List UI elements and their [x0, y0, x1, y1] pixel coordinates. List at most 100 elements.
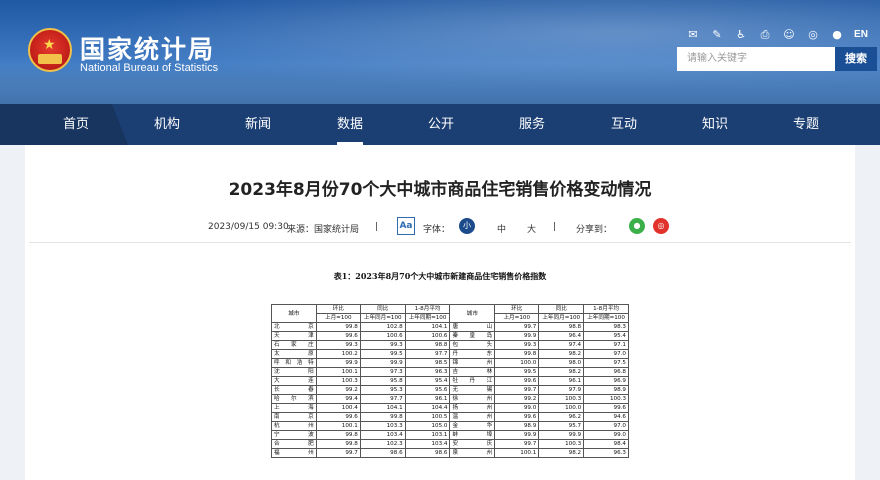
table-cell-value: 99.9 [494, 430, 540, 440]
table-cell-value: 99.6 [583, 403, 629, 413]
nav-item-disclosure[interactable]: 公开 [411, 104, 471, 145]
nav-item-organization[interactable]: 机构 [137, 104, 197, 145]
table-cell-value: 104.4 [404, 403, 451, 413]
table-cell-value: 96.9 [583, 376, 629, 386]
national-emblem-icon[interactable]: ★ [28, 28, 72, 72]
table-cell-city: 安 庆 [449, 439, 496, 449]
language-en-link[interactable]: EN [852, 28, 870, 42]
table-cell-value: 99.7 [315, 448, 361, 458]
table-cell-value: 98.6 [359, 448, 406, 458]
table-row: 天 津 99.6 100.6 100.6 秦 皇 岛 99.9 96.4 95.4 [271, 331, 629, 341]
accessibility-icon[interactable]: ♿ [734, 28, 748, 42]
font-size-large-button[interactable]: 大 [527, 222, 536, 235]
table-cell-value: 99.6 [494, 376, 540, 386]
mail-icon[interactable]: ✉ [686, 28, 700, 42]
table-cell-value: 105.0 [404, 421, 451, 431]
table-cell-value: 102.8 [359, 322, 406, 332]
table-cell-value: 96.1 [538, 376, 585, 386]
share-wechat-icon[interactable]: ● [629, 218, 645, 234]
table-cell-city: 福 州 [271, 448, 317, 458]
nav-item-home[interactable]: 首页 [46, 104, 106, 145]
nav-item-services[interactable]: 服务 [502, 104, 562, 145]
table-cell-value: 100.1 [315, 367, 361, 377]
table-cell-value: 97.5 [583, 358, 629, 368]
table-cell-value: 98.8 [538, 322, 585, 332]
table-cell-value: 95.8 [359, 376, 406, 386]
table-cell-value: 98.2 [538, 367, 585, 377]
font-size-medium-button[interactable]: 中 [497, 222, 506, 235]
table-cell-value: 104.1 [359, 403, 406, 413]
table-cell-value: 96.8 [583, 367, 629, 377]
site-logo-cn[interactable]: 国家统计局 [80, 30, 215, 66]
wechat-icon[interactable]: ● [830, 28, 844, 42]
table-cell-city: 太 原 [271, 349, 317, 359]
share-weibo-icon[interactable]: ◎ [653, 218, 669, 234]
table-cell-city: 包 头 [449, 340, 496, 350]
subheader-yoy-left: 上年同月=100 [359, 313, 406, 323]
table-cell-city: 唐 山 [449, 322, 496, 332]
table-row: 福 州 99.7 98.6 98.6 泉 州 100.1 98.2 96.3 [271, 448, 629, 458]
table-cell-city: 长 春 [271, 385, 317, 395]
table-cell-value: 100.2 [315, 349, 361, 359]
nav-item-data[interactable]: 数据 [320, 104, 380, 145]
table-caption: 表1：2023年8月70个大中城市新建商品住宅销售价格指数 [333, 271, 547, 281]
table-cell-value: 97.1 [583, 340, 629, 350]
table-cell-city: 杭 州 [271, 421, 317, 431]
table-cell-value: 103.4 [404, 439, 451, 449]
table-cell-value: 99.8 [315, 322, 361, 332]
table-row: 杭 州 100.1 103.3 105.0 金 华 98.9 95.7 97.0 [271, 421, 629, 431]
table-row: 上 海 100.4 104.1 104.4 扬 州 99.0 100.0 99.6 [271, 403, 629, 413]
edit-icon[interactable]: ✎ [710, 28, 724, 42]
table-cell-city: 天 津 [271, 331, 317, 341]
table-cell-value: 97.4 [538, 340, 585, 350]
publish-datetime: 2023/09/15 09:30 [208, 222, 289, 232]
font-size-small-button[interactable]: 小 [459, 218, 475, 234]
table-cell-value: 100.6 [359, 331, 406, 341]
nav-item-topics[interactable]: 专题 [776, 104, 836, 145]
table-cell-city: 大 连 [271, 376, 317, 386]
table-cell-city: 呼和浩特 [271, 358, 317, 368]
table-cell-value: 99.6 [494, 412, 540, 422]
table-cell-value: 96.3 [404, 367, 451, 377]
meta-separator-2: | [553, 222, 557, 232]
table-cell-value: 99.9 [315, 358, 361, 368]
table-cell-value: 100.0 [538, 403, 585, 413]
site-logo-en[interactable]: National Bureau of Statistics [80, 62, 218, 74]
search-input[interactable]: 请输入关键字 [677, 47, 835, 71]
table-row: 呼和浩特 99.9 99.9 98.5 锦 州 100.0 98.0 97.5 [271, 358, 629, 368]
subheader-yoy-right: 上年同月=100 [538, 313, 585, 323]
table-row: 哈 尔 滨 99.4 97.7 96.1 徐 州 99.2 100.3 100.3 [271, 394, 629, 404]
table-cell-value: 99.5 [494, 367, 540, 377]
header-mom-right: 环比 [494, 304, 540, 314]
table-cell-city: 沈 阳 [271, 367, 317, 377]
print-icon[interactable]: ⎙ [758, 28, 772, 42]
table-cell-value: 103.4 [359, 430, 406, 440]
table-cell-city: 石 家 庄 [271, 340, 317, 350]
nav-item-knowledge[interactable]: 知识 [685, 104, 745, 145]
table-row: 大 连 100.3 95.8 95.4 牡 丹 江 99.6 96.1 96.9 [271, 376, 629, 386]
header-avg-right: 1-8月平均 [583, 304, 629, 314]
table-cell-value: 99.8 [315, 439, 361, 449]
nav-item-news[interactable]: 新闻 [228, 104, 288, 145]
table-cell-value: 96.2 [538, 412, 585, 422]
table-cell-value: 96.4 [538, 331, 585, 341]
table-cell-value: 102.3 [359, 439, 406, 449]
weibo-icon[interactable]: ◎ [806, 28, 820, 42]
table-cell-value: 104.1 [404, 322, 451, 332]
table-cell-city: 扬 州 [449, 403, 496, 413]
table-cell-value: 100.3 [538, 439, 585, 449]
table-cell-value: 95.7 [538, 421, 585, 431]
table-cell-value: 96.1 [404, 394, 451, 404]
mobile-icon[interactable]: ☺ [782, 28, 796, 42]
search-button[interactable]: 搜索 [835, 47, 877, 71]
header-yoy-right: 同比 [538, 304, 585, 314]
subheader-avg-right: 上年同期=100 [583, 313, 629, 323]
nav-item-interaction[interactable]: 互动 [594, 104, 654, 145]
table-cell-city: 温 州 [449, 412, 496, 422]
table-cell-value: 97.7 [359, 394, 406, 404]
table-cell-city: 北 京 [271, 322, 317, 332]
table-row: 宁 波 99.8 103.4 103.1 蚌 埠 99.9 99.9 99.0 [271, 430, 629, 440]
table-cell-city: 牡 丹 江 [449, 376, 496, 386]
table-cell-value: 100.4 [315, 403, 361, 413]
table-cell-value: 99.8 [359, 412, 406, 422]
